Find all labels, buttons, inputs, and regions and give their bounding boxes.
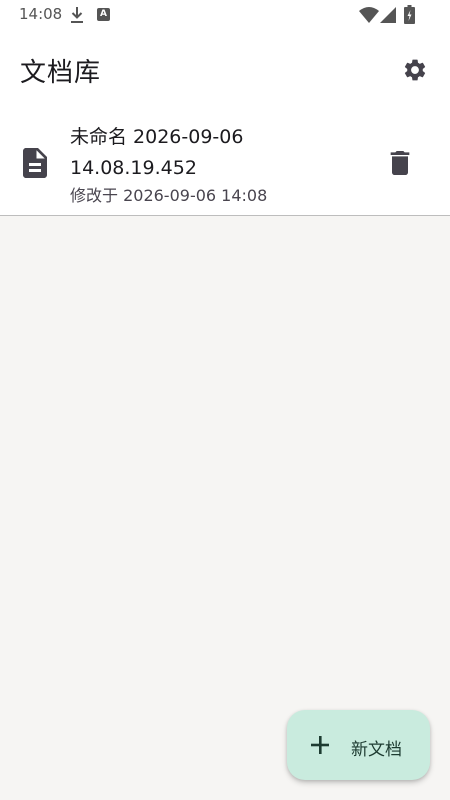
gear-icon [404, 59, 426, 81]
app-bar: 文档库 [0, 30, 450, 114]
document-list-item[interactable]: 未命名 2026-09-06 14.08.19.452 修改于 2026-09-… [0, 114, 450, 216]
page-title: 文档库 [20, 58, 102, 88]
signal-icon [380, 7, 396, 23]
settings-button[interactable] [397, 52, 433, 88]
download-icon [71, 7, 83, 23]
a-notification-icon: A [97, 8, 110, 21]
document-modified-date: 修改于 2026-09-06 14:08 [70, 186, 268, 205]
status-bar: 14:08 A [0, 0, 450, 30]
wifi-icon [359, 7, 379, 23]
document-title: 未命名 2026-09-06 14.08.19.452 [70, 126, 244, 179]
trash-icon [390, 151, 410, 175]
new-document-button[interactable]: 新文档 [287, 710, 430, 780]
document-list: 未命名 2026-09-06 14.08.19.452 修改于 2026-09-… [0, 114, 450, 216]
battery-icon [404, 5, 415, 24]
plus-icon [311, 736, 329, 754]
new-document-label: 新文档 [351, 740, 402, 760]
status-time: 14:08 [19, 5, 63, 23]
delete-button[interactable] [384, 146, 416, 180]
document-icon [23, 148, 47, 178]
